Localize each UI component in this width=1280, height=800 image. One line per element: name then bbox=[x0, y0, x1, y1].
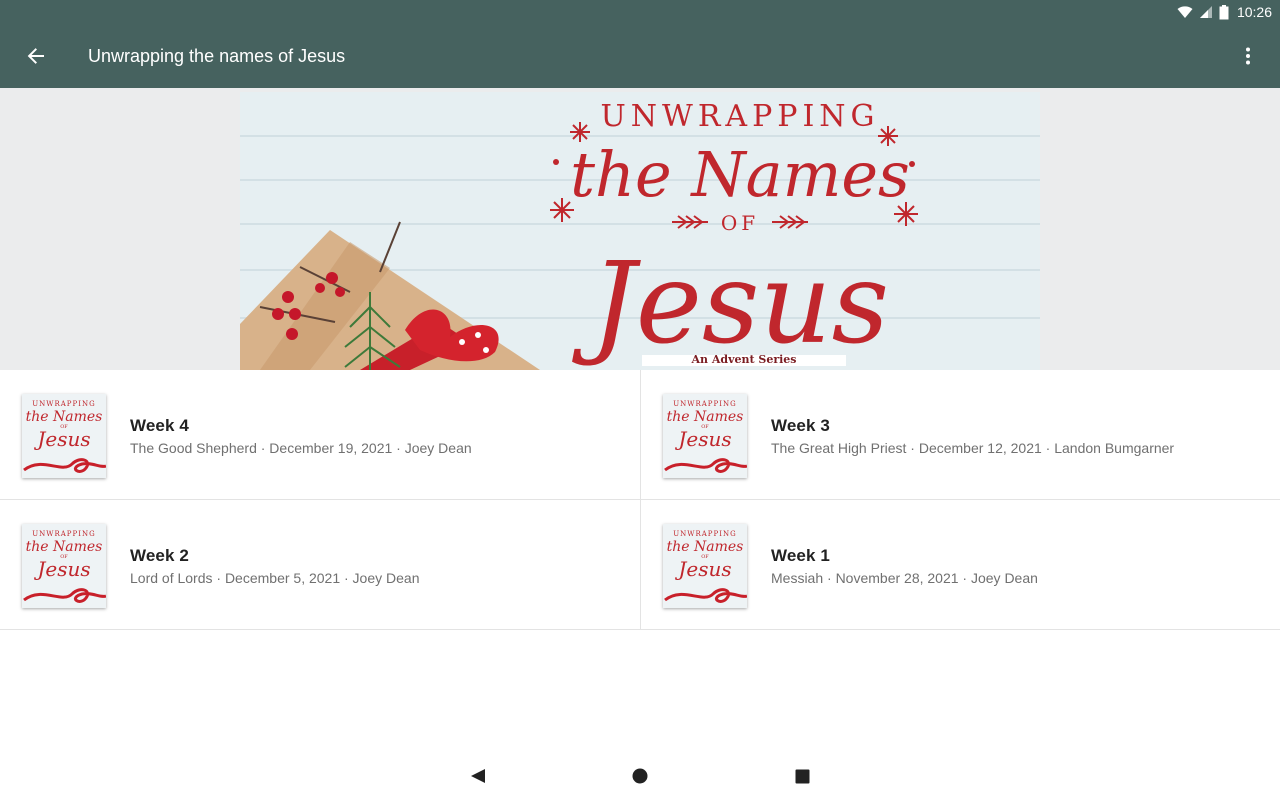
home-circle-icon bbox=[632, 768, 648, 784]
thumbnail-artwork: UNWRAPPING the Names OF Jesus bbox=[663, 524, 747, 608]
thumb-line4: Jesus bbox=[33, 557, 90, 581]
item-subtitle: Messiah · November 28, 2021 · Joey Dean bbox=[771, 570, 1038, 586]
thumbnail-artwork: UNWRAPPING the Names OF Jesus bbox=[22, 394, 106, 478]
battery-icon bbox=[1219, 4, 1229, 19]
sermon-thumbnail: UNWRAPPING the Names OF Jesus bbox=[22, 394, 106, 478]
status-bar: 10:26 bbox=[0, 0, 1280, 24]
thumb-line4: Jesus bbox=[33, 427, 90, 451]
thumb-line2: the Names bbox=[667, 409, 744, 425]
more-options-button[interactable] bbox=[1230, 38, 1266, 74]
system-nav-bar bbox=[0, 752, 1280, 800]
nav-recents-button[interactable] bbox=[790, 764, 814, 788]
thumb-line1: UNWRAPPING bbox=[673, 530, 736, 538]
back-button[interactable] bbox=[16, 36, 56, 76]
item-subtitle: The Great High Priest · December 12, 202… bbox=[771, 440, 1175, 456]
wifi-icon bbox=[1177, 6, 1193, 18]
thumb-line4: Jesus bbox=[674, 427, 731, 451]
item-subtitle: Lord of Lords · December 5, 2021 · Joey … bbox=[130, 570, 420, 586]
banner-line1: UNWRAPPING bbox=[600, 99, 879, 134]
item-title: Week 2 bbox=[130, 546, 189, 565]
series-banner-image: UNWRAPPING the Names OF Jesus An Advent … bbox=[240, 92, 1040, 370]
sermon-list: UNWRAPPING the Names OF Jesus Week 4 The… bbox=[0, 370, 1280, 631]
arrow-left-icon bbox=[27, 48, 44, 64]
banner-subtitle: An Advent Series bbox=[691, 353, 797, 366]
banner-artwork: UNWRAPPING the Names OF Jesus bbox=[240, 92, 1040, 370]
item-subtitle: The Good Shepherd · December 19, 2021 · … bbox=[130, 440, 472, 456]
thumb-line2: the Names bbox=[667, 539, 744, 555]
status-icons: 10:26 bbox=[1171, 3, 1272, 21]
list-item[interactable]: UNWRAPPING the Names OF Jesus Week 2 Lor… bbox=[0, 500, 640, 630]
nav-home-button[interactable] bbox=[628, 764, 652, 788]
series-header: UNWRAPPING the Names OF Jesus An Advent … bbox=[0, 88, 1280, 370]
sermon-thumbnail: UNWRAPPING the Names OF Jesus bbox=[22, 524, 106, 608]
thumb-line1: UNWRAPPING bbox=[32, 530, 95, 538]
thumb-line4: Jesus bbox=[674, 557, 731, 581]
item-title: Week 1 bbox=[771, 546, 830, 565]
list-item[interactable]: UNWRAPPING the Names OF Jesus Week 4 The… bbox=[0, 370, 640, 500]
banner-subtitle-strip: An Advent Series bbox=[642, 353, 846, 366]
thumb-line1: UNWRAPPING bbox=[673, 400, 736, 408]
back-triangle-icon bbox=[471, 769, 485, 783]
nav-back-button[interactable] bbox=[466, 764, 490, 788]
app-bar: Unwrapping the names of Jesus bbox=[0, 24, 1280, 88]
item-title: Week 4 bbox=[130, 416, 189, 435]
list-item[interactable]: UNWRAPPING the Names OF Jesus Week 1 Mes… bbox=[640, 500, 1280, 630]
sermon-thumbnail: UNWRAPPING the Names OF Jesus bbox=[663, 524, 747, 608]
thumb-line2: the Names bbox=[26, 539, 103, 555]
banner-line3: OF bbox=[721, 211, 759, 235]
clock: 10:26 bbox=[1236, 4, 1272, 20]
thumbnail-artwork: UNWRAPPING the Names OF Jesus bbox=[22, 524, 106, 608]
thumb-line1: UNWRAPPING bbox=[32, 400, 95, 408]
list-item[interactable]: UNWRAPPING the Names OF Jesus Week 3 The… bbox=[640, 370, 1280, 500]
recents-square-icon bbox=[795, 769, 809, 783]
cell-signal-icon bbox=[1199, 6, 1212, 18]
thumb-line2: the Names bbox=[26, 409, 103, 425]
sermon-thumbnail: UNWRAPPING the Names OF Jesus bbox=[663, 394, 747, 478]
more-vert-icon bbox=[1246, 47, 1250, 65]
banner-line4: Jesus bbox=[572, 239, 889, 369]
item-title: Week 3 bbox=[771, 416, 830, 435]
banner-line2: the Names bbox=[570, 138, 910, 211]
thumbnail-artwork: UNWRAPPING the Names OF Jesus bbox=[663, 394, 747, 478]
page-title: Unwrapping the names of Jesus bbox=[88, 46, 346, 66]
